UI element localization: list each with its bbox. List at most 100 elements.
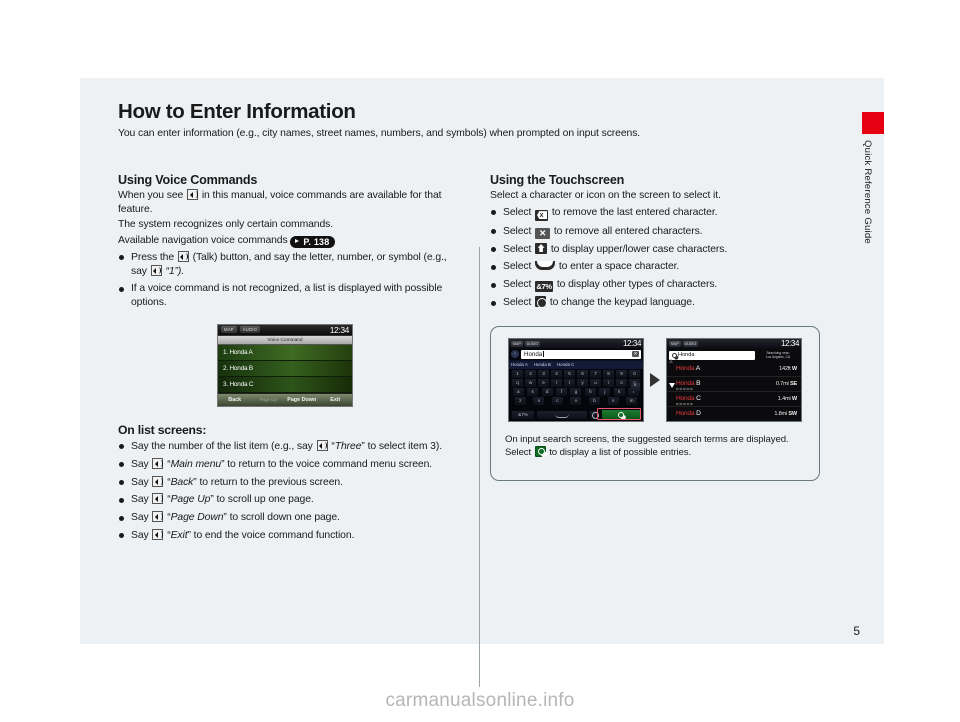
voice-command-button-bar: Back Page Up Page Down Exit [218,392,353,406]
keyboard-key[interactable]: 1 [512,369,523,378]
result-subtext: ▄▄▄▄▄ [676,400,694,405]
keyboard-key[interactable]: b [589,396,601,405]
keyboard-key[interactable]: v [570,396,582,405]
bullet-dot-icon [491,282,496,288]
list-bullet-command: Three [334,440,362,452]
keyboard-key[interactable]: x [533,396,545,405]
keyboard-key[interactable]: 9 [616,369,627,378]
keyboard-key[interactable]: r [551,378,562,387]
clear-all-key-icon[interactable]: ✕ [632,351,639,358]
keyboard-key[interactable]: k [613,387,625,396]
page-title: How to Enter Information [118,100,356,123]
suggestion-item[interactable]: Honda B [534,362,551,367]
side-tab-label: Quick Reference Guide [862,140,873,244]
page-up-button[interactable]: Page Up [252,397,286,403]
quote-close: ” [221,458,225,470]
keyboard-key[interactable]: 5 [564,369,575,378]
space-key-icon[interactable] [537,410,587,419]
search-key-icon[interactable] [602,410,640,420]
suggestion-item[interactable]: Honda A [511,362,528,367]
keyboard-key[interactable]: d [541,387,553,396]
bullet-post: to change the keypad language. [549,297,695,309]
touchscreen-intro: Select a character or icon on the screen… [490,190,721,201]
keyboard-key[interactable]: 7 [590,369,601,378]
search-location-meta: Searching near: Los Angeles, CA [757,351,799,359]
keyboard-key[interactable]: e [538,378,549,387]
voice-paragraph-3-text: Available navigation voice commands [118,234,288,246]
section-heading-voice-commands: Using Voice Commands [118,173,258,187]
bullet-talk-post: “1”). [165,265,185,277]
keyboard-key[interactable]: f [556,387,568,396]
keyboard-key[interactable]: o [616,378,627,387]
bullet-pre: Select [503,297,532,309]
list-item[interactable]: 1. Honda A [218,344,352,361]
result-row[interactable]: Honda D 1.8mi SW [667,407,801,421]
result-distance: 0.7mi SE [775,380,797,387]
keyboard-key[interactable]: u [590,378,601,387]
keyboard-row-numbers: 1234567890 [511,369,641,378]
keyboard-key[interactable]: c [551,396,563,405]
result-row[interactable]: Honda C ▄▄▄▄▄ 1.4mi W [667,392,801,407]
result-row[interactable]: Honda A 142ft W [667,362,801,377]
list-item[interactable]: 3. Honda C [218,376,352,393]
search-input[interactable]: Honda ✕ [521,349,641,359]
list-bullet-post: to return to the previous screen. [199,476,343,488]
exit-button[interactable]: Exit [319,397,353,403]
keyboard-key[interactable]: 6 [577,369,588,378]
callout-caption: On input search screens, the suggested s… [503,433,807,459]
keyboard-key[interactable]: 0 [629,369,640,378]
keyboard-key[interactable]: 4 [551,369,562,378]
keyboard-key[interactable]: 2 [525,369,536,378]
result-suffix: B [696,380,701,388]
list-bullet-post: to scroll down one page. [229,512,340,524]
keyboard-key[interactable]: i [603,378,614,387]
keyboard-key[interactable]: m [626,396,638,405]
voice-command-icon [316,439,328,451]
keyboard-key[interactable]: h [584,387,596,396]
keyboard-key[interactable]: j [599,387,611,396]
nav-status-bar: MAP AUDIO 12:34 [509,338,643,349]
bullet-post: to remove all entered characters. [553,225,703,237]
search-input[interactable]: Honda [669,350,755,360]
page-reference-badge[interactable]: P. 138 [290,235,336,248]
keyboard-key[interactable]: g [570,387,582,396]
delete-character-key-icon[interactable] [631,382,640,391]
keyboard-key[interactable]: q [512,378,523,387]
page-subtitle: You can enter information (e.g., city na… [118,128,641,139]
back-button[interactable]: Back [218,397,252,403]
keyboard-key[interactable]: a [512,387,524,396]
symbols-key-icon: &7% [535,281,554,293]
keyboard-key[interactable]: 8 [603,369,614,378]
clock: 12:34 [329,324,350,335]
bullet-keypad-language: Select to change the keypad language. [490,296,822,310]
right-column: Using the Touchscreen Select a character… [470,173,822,547]
list-bullet: Say “Exit” to end the voice command func… [118,528,452,543]
keyboard-key[interactable]: t [564,378,575,387]
bullet-dot-icon [119,497,124,503]
keyboard-input-row: ‹ Honda ✕ [509,349,643,360]
audio-chip: AUDIO [682,340,699,347]
keyboard-key[interactable]: y [577,378,588,387]
keyboard-key[interactable]: n [607,396,619,405]
side-tab: Quick Reference Guide [862,112,884,292]
keyboard-key[interactable]: w [525,378,536,387]
quote-close: ” [193,476,197,488]
bullet-talk-button: Press the (Talk) button, and say the let… [118,250,452,279]
result-row[interactable]: Honda B ▄▄▄▄▄ 0.7mi SE [667,377,801,392]
keyboard-key[interactable]: 3 [538,369,549,378]
page-down-button[interactable]: Page Down [285,397,319,403]
result-distance: 1.8mi SW [774,410,797,417]
list-item[interactable]: 2. Honda B [218,360,352,377]
keyboard-key[interactable]: s [527,387,539,396]
list-bullet: Say “Page Down” to scroll down one page. [118,511,452,525]
suggestion-item[interactable]: Honda C [557,362,574,367]
subheading-on-list-screens: On list screens: [118,422,207,437]
keyboard-key[interactable]: z [514,396,526,405]
symbols-key-icon[interactable]: &7% [512,410,534,419]
callout-box: MAP AUDIO 12:34 ‹ Honda ✕ Honda A Honda B [490,325,820,481]
keypad-language-key-icon[interactable] [590,410,599,420]
result-suffix: A [695,365,700,373]
back-icon[interactable]: ‹ [511,350,519,359]
bullet-dot-icon [119,480,124,486]
clock: 12:34 [622,339,641,349]
